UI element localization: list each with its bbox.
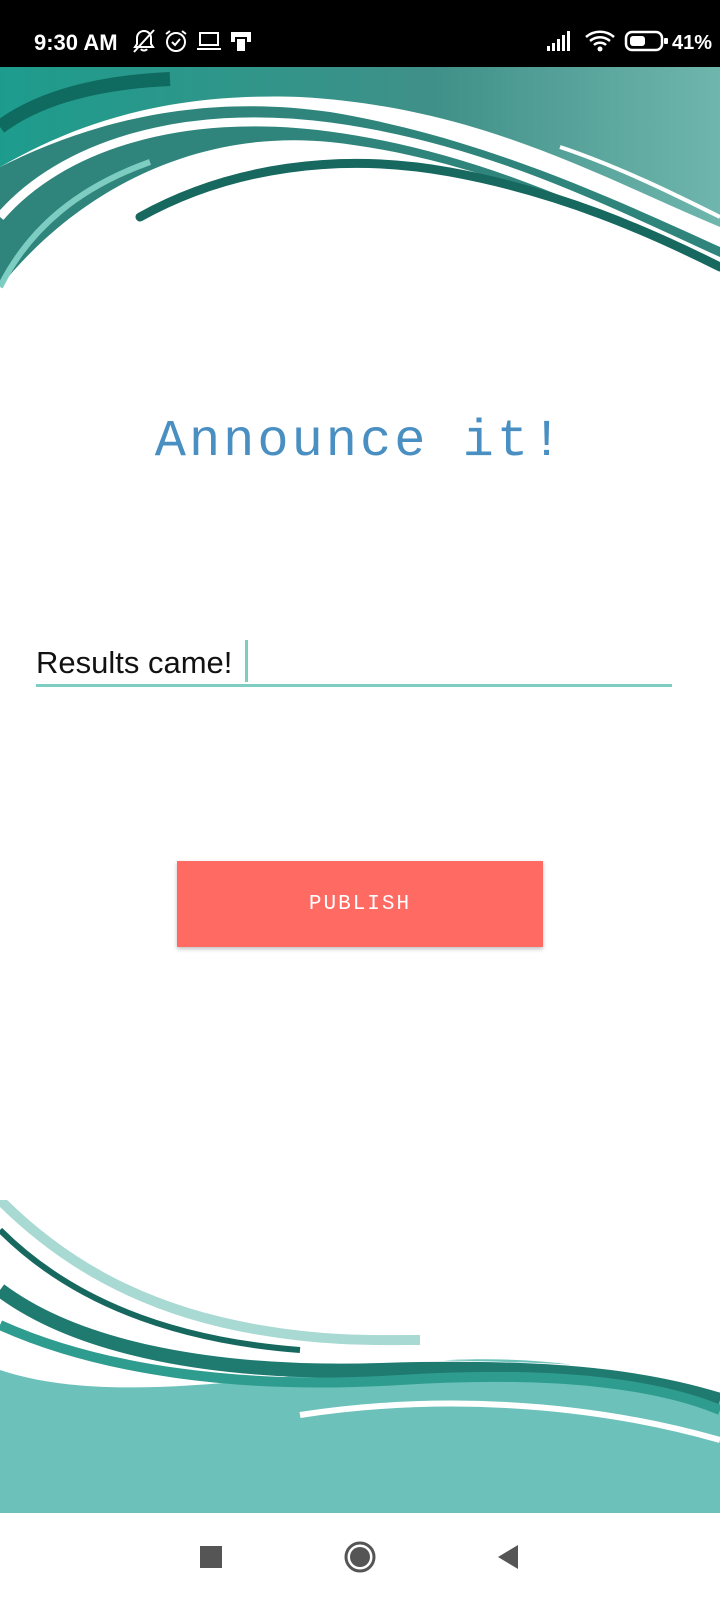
page-title: Announce it! (154, 412, 566, 471)
signal-icon (547, 31, 570, 51)
navigation-bar (0, 1513, 720, 1600)
device-icon (231, 32, 251, 53)
top-wave-decoration (0, 67, 720, 289)
home-icon[interactable] (330, 1527, 390, 1587)
alarm-icon (165, 30, 187, 52)
battery-icon (624, 30, 668, 52)
bottom-wave-decoration (0, 1200, 720, 1513)
announcement-input[interactable] (36, 642, 672, 687)
mute-icon (133, 29, 155, 53)
wifi-icon (585, 30, 615, 52)
back-icon[interactable] (478, 1527, 538, 1587)
laptop-icon (197, 32, 221, 50)
publish-button[interactable]: PUBLISH (177, 861, 543, 947)
status-bar: 9:30 AM 41% (0, 0, 720, 67)
recents-icon[interactable] (181, 1527, 241, 1587)
status-time: 9:30 AM (34, 30, 118, 55)
battery-percent: 41% (672, 32, 713, 54)
text-cursor (245, 640, 248, 682)
